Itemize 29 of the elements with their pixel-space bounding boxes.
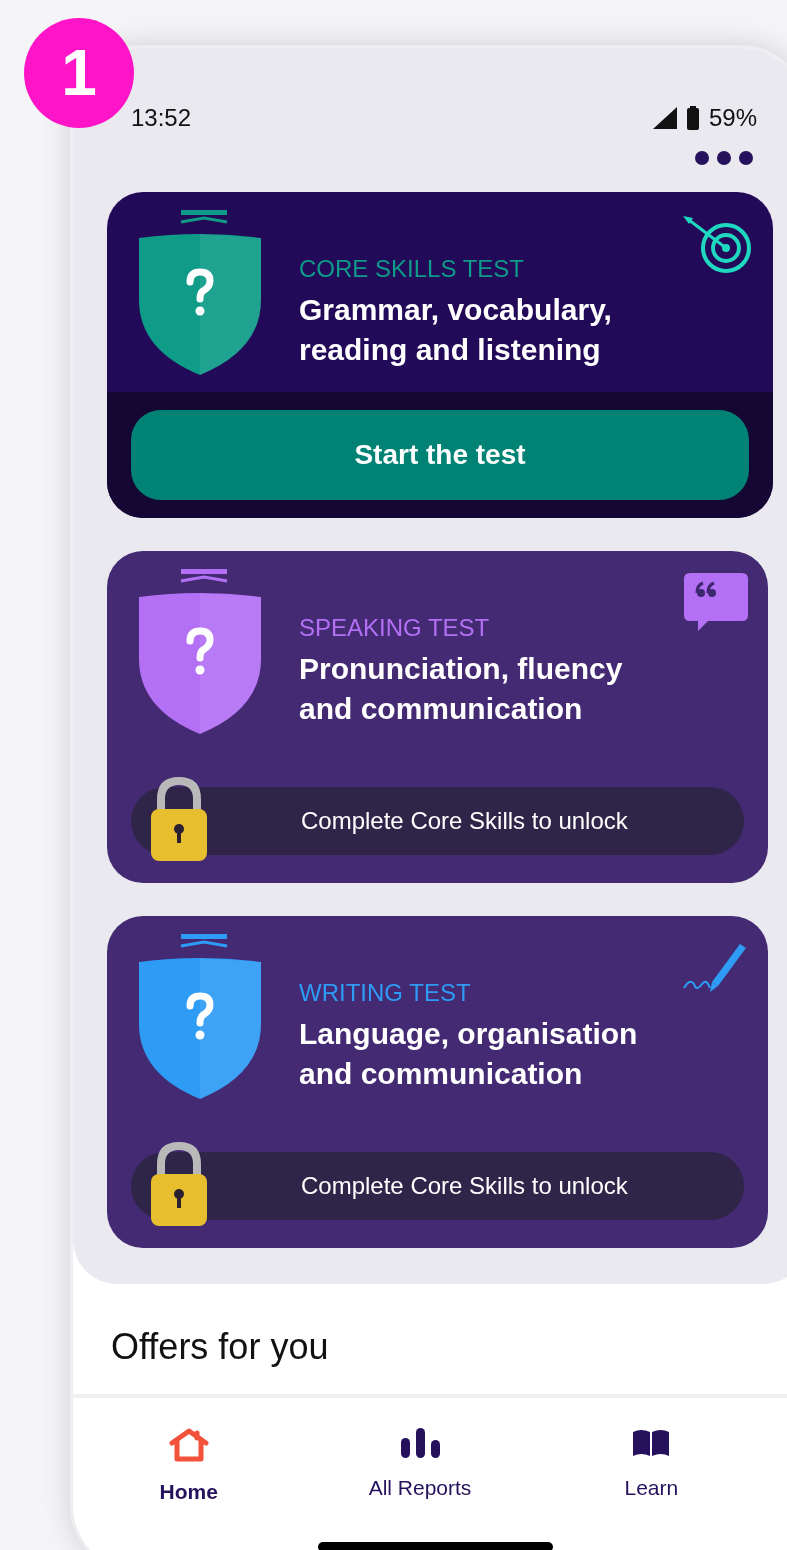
speech-bubble-icon [684, 573, 748, 633]
padlock-icon [149, 1142, 209, 1228]
padlock-icon [149, 777, 209, 863]
test-card[interactable]: SPEAKING TEST Pronunciation, fluency and communication Complete Core Skills to unlock [107, 551, 768, 883]
test-title: Language, organisation and communication [299, 1016, 639, 1092]
home-icon [168, 1428, 209, 1462]
battery-icon [686, 106, 699, 130]
step-badge: 1 [24, 18, 134, 128]
unlock-hint: Complete Core Skills to unlock [301, 806, 628, 836]
test-card[interactable]: WRITING TEST Language, organisation and communication Complete Core Skills to unlock [107, 916, 768, 1248]
status-time: 13:52 [131, 103, 192, 133]
book-icon [631, 1428, 672, 1458]
test-title: Pronunciation, fluency and communication [299, 651, 624, 727]
nav-tab[interactable]: Learn [535, 1428, 767, 1508]
test-card[interactable]: CORE SKILLS TEST Grammar, vocabulary, reading and listening Start the test [107, 192, 773, 518]
test-title: Grammar, vocabulary, reading and listening [299, 292, 613, 368]
section-heading: Offers for you [111, 1326, 329, 1367]
more-options-icon[interactable] [695, 151, 753, 165]
test-category: WRITING TEST [299, 978, 472, 1008]
nav-tab[interactable]: Home [73, 1428, 305, 1508]
target-icon [681, 214, 753, 274]
unlock-hint: Complete Core Skills to unlock [301, 1171, 628, 1201]
nav-tab[interactable]: All Reports [304, 1428, 536, 1508]
signal-icon [652, 107, 677, 129]
test-category: CORE SKILLS TEST [299, 254, 525, 284]
bar-chart-icon [399, 1428, 441, 1458]
start-test-button[interactable]: Start the test [131, 410, 749, 500]
battery-level: 59% [708, 103, 757, 133]
test-category: SPEAKING TEST [299, 613, 491, 643]
